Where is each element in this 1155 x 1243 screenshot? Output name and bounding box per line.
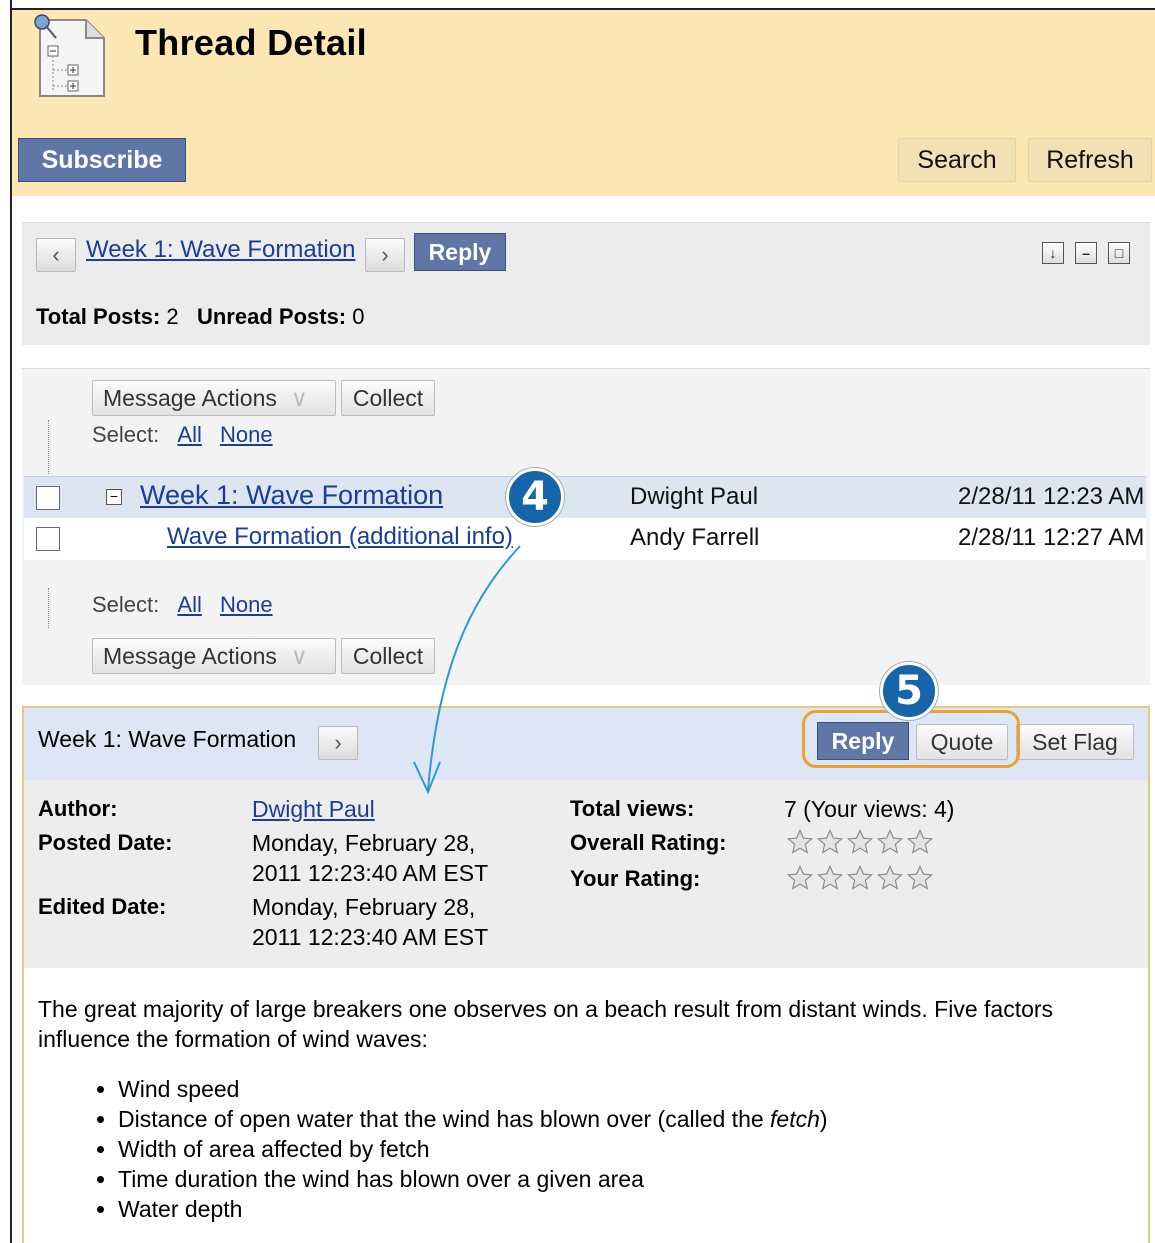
message-actions-dropdown-bottom[interactable]: Message Actions ∨ [92, 638, 336, 674]
unread-posts-value: 0 [352, 304, 365, 329]
collect-button-bottom[interactable]: Collect [341, 638, 435, 674]
post-body-list: Wind speed Distance of open water that t… [38, 1074, 1138, 1224]
chevron-left-icon: ‹ [52, 242, 60, 267]
previous-thread-button[interactable]: ‹ [36, 238, 76, 272]
message-actions-label: Message Actions [103, 642, 277, 669]
message-title-link[interactable]: Wave Formation (additional info) [167, 523, 513, 551]
step-5-callout: 5 [880, 662, 938, 720]
edited-date-value: Monday, February 28, 2011 12:23:40 AM ES… [252, 892, 488, 952]
list-item: Width of area affected by fetch [118, 1134, 1138, 1164]
message-date: 2/28/11 12:27 AM [958, 524, 1145, 551]
collect-button-top[interactable]: Collect [341, 380, 435, 416]
list-item: Distance of open water that the wind has… [118, 1104, 1138, 1134]
tree-connector-top [48, 420, 49, 474]
list-item: Time duration the wind has blown over a … [118, 1164, 1138, 1194]
thread-detail-icon [28, 12, 110, 100]
message-author: Andy Farrell [630, 524, 760, 551]
chevron-right-icon: › [381, 242, 389, 267]
page-title: Thread Detail [135, 22, 367, 63]
total-views-label: Total views: [570, 796, 695, 821]
star-icon [906, 864, 934, 890]
post-title: Week 1: Wave Formation [38, 726, 297, 752]
total-posts-label: Total Posts: [36, 304, 161, 329]
total-posts-value: 2 [166, 304, 179, 329]
download-icon[interactable]: ↓ [1042, 242, 1064, 264]
tree-connector-bottom [48, 588, 49, 628]
edited-date-line1: Monday, February 28, [252, 894, 476, 920]
row-checkbox[interactable] [36, 486, 60, 510]
message-author: Dwight Paul [630, 483, 759, 510]
thread-title-link[interactable]: Week 1: Wave Formation [86, 236, 355, 264]
select-all-link[interactable]: All [177, 422, 201, 447]
author-label: Author: [38, 796, 118, 821]
table-row[interactable]: − Week 1: Wave Formation Dwight Paul 2/2… [24, 476, 1146, 520]
star-icon [906, 828, 934, 854]
select-controls-bottom: Select: All None [92, 592, 273, 618]
your-rating-stars[interactable] [786, 864, 934, 892]
star-icon [876, 828, 904, 854]
next-post-button[interactable]: › [318, 726, 358, 760]
select-label: Select: [92, 592, 160, 617]
list-item: Water depth [118, 1194, 1138, 1224]
your-rating-label: Your Rating: [570, 866, 701, 891]
table-row[interactable]: Wave Formation (additional info) Andy Fa… [24, 518, 1146, 560]
star-icon [846, 828, 874, 854]
author-link[interactable]: Dwight Paul [252, 794, 375, 824]
edited-date-label: Edited Date: [38, 894, 167, 919]
star-icon [846, 864, 874, 890]
star-icon [876, 864, 904, 890]
select-none-link[interactable]: None [220, 422, 273, 447]
list-item: Wind speed [118, 1074, 1138, 1104]
message-title-link[interactable]: Week 1: Wave Formation [140, 480, 443, 511]
posted-date-label: Posted Date: [38, 830, 173, 855]
overall-rating-stars [786, 828, 934, 856]
total-views-value: 7 (Your views: 4) [784, 796, 955, 822]
step-4-callout: 4 [506, 468, 564, 526]
overall-rating-label: Overall Rating: [570, 830, 727, 855]
select-controls-top: Select: All None [92, 422, 273, 448]
posted-date-line1: Monday, February 28, [252, 830, 476, 856]
chevron-right-icon: › [334, 730, 342, 755]
set-flag-button[interactable]: Set Flag [1016, 724, 1134, 760]
fetch-suffix: ) [819, 1106, 828, 1132]
post-body-paragraph: The great majority of large breakers one… [38, 996, 1054, 1052]
chevron-down-icon: ∨ [290, 384, 308, 411]
next-thread-button[interactable]: › [365, 238, 405, 272]
collapse-tree-icon[interactable]: − [106, 489, 122, 505]
posted-date-line2: 2011 12:23:40 AM EST [252, 860, 489, 886]
fetch-term: fetch [770, 1106, 820, 1132]
chevron-down-icon: ∨ [290, 642, 308, 669]
posted-date-value: Monday, February 28, 2011 12:23:40 AM ES… [252, 828, 488, 888]
refresh-button[interactable]: Refresh [1028, 138, 1152, 182]
row-checkbox[interactable] [36, 527, 60, 551]
select-label: Select: [92, 422, 160, 447]
fetch-prefix: Distance of open water that the wind has… [118, 1106, 771, 1132]
select-none-link[interactable]: None [220, 592, 273, 617]
star-icon [786, 864, 814, 890]
unread-posts-label: Unread Posts: [196, 304, 347, 329]
star-icon [816, 828, 844, 854]
collapse-icon[interactable]: – [1075, 242, 1097, 264]
star-icon [816, 864, 844, 890]
post-body: The great majority of large breakers one… [38, 994, 1138, 1224]
thread-reply-button[interactable]: Reply [414, 233, 506, 271]
maximize-icon[interactable]: □ [1108, 242, 1130, 264]
message-actions-label: Message Actions [103, 384, 277, 411]
message-actions-dropdown-top[interactable]: Message Actions ∨ [92, 380, 336, 416]
edited-date-line2: 2011 12:23:40 AM EST [252, 924, 489, 950]
select-all-link[interactable]: All [177, 592, 201, 617]
star-icon [786, 828, 814, 854]
post-totals: Total Posts: 2 Unread Posts: 0 [36, 304, 365, 330]
search-button[interactable]: Search [898, 138, 1016, 182]
subscribe-button[interactable]: Subscribe [18, 138, 186, 182]
message-date: 2/28/11 12:23 AM [958, 483, 1145, 510]
